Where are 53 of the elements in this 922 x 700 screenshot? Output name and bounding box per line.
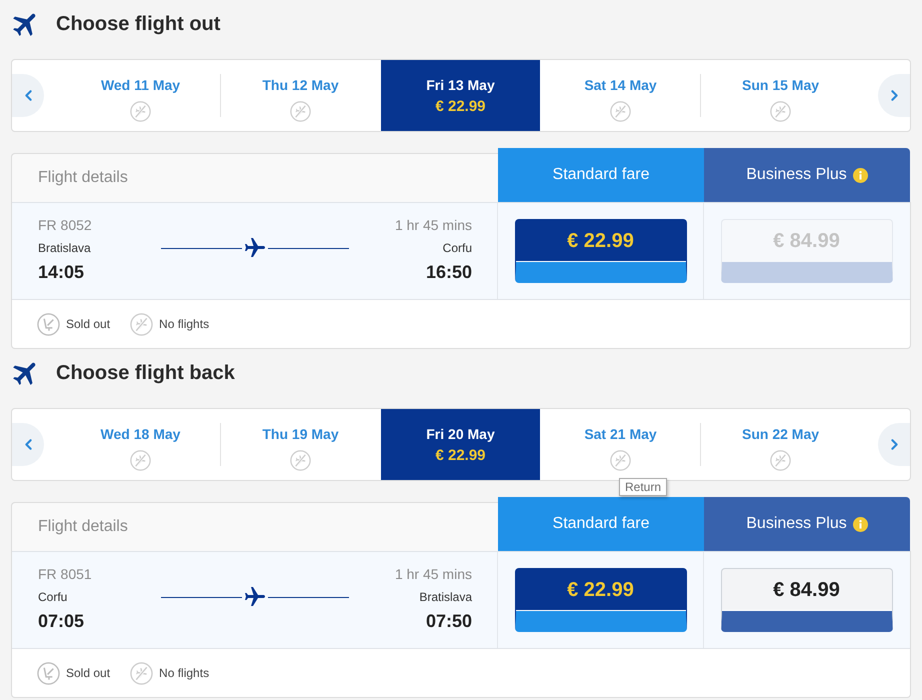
fare-column-header: Standard fare (498, 148, 704, 202)
legend-label: No flights (159, 316, 210, 333)
flight-duration: 1 hr 45 mins (394, 216, 472, 234)
crossed-plane-icon (130, 312, 154, 336)
crossed-plane-icon (610, 450, 631, 471)
fare-price-button[interactable]: € 22.99 (514, 219, 686, 283)
crossed-plane-icon (290, 450, 311, 471)
legend-label: No flights (159, 665, 210, 682)
flight-row[interactable]: FR 8051 1 hr 45 mins Corfu 07:05 Bratislava 07:50 € 22.99 € 84.99 (12, 551, 910, 649)
date-price: € 22.99 (435, 446, 486, 466)
date-price: € 22.99 (435, 97, 486, 117)
crossed-plane-icon (290, 101, 311, 122)
origin-city: Bratislava (38, 240, 91, 256)
destination-city: Bratislava (419, 589, 472, 605)
date-tab[interactable]: Fri 20 May € 22.99 (381, 409, 540, 480)
flight-number: FR 8051 (38, 565, 92, 583)
crossed-plane-icon (130, 662, 154, 684)
departure-time: 14:05 (38, 261, 84, 283)
plane-icon (245, 587, 265, 607)
plane-icon (245, 238, 265, 258)
next-dates-button[interactable] (878, 423, 910, 466)
info-icon[interactable] (852, 516, 868, 532)
arrival-time: 07:50 (426, 610, 472, 632)
next-dates-button[interactable] (878, 74, 910, 117)
previous-dates-button[interactable] (12, 74, 44, 117)
flight-duration: 1 hr 45 mins (394, 565, 472, 583)
fare-price-button[interactable]: € 84.99 (720, 568, 892, 632)
destination-city: Corfu (442, 240, 472, 256)
info-icon[interactable] (852, 168, 868, 182)
section-title: Choose flight out (56, 12, 220, 37)
column-header: Flight details (11, 153, 498, 202)
fare-column-header: Standard fare (498, 497, 704, 551)
origin-city: Corfu (38, 589, 68, 605)
tooltip: Return (619, 478, 668, 496)
legend-label: Sold out (66, 316, 110, 333)
column-header: Flight details (11, 502, 498, 551)
fare-column-label: Business Plus (746, 165, 847, 185)
crossed-plane-icon (130, 101, 151, 122)
crossed-seat-icon (37, 662, 60, 684)
legend-label: Sold out (66, 665, 110, 682)
departure-time: 07:05 (38, 610, 84, 632)
flight-number: FR 8052 (38, 216, 92, 234)
date-tab[interactable]: Fri 13 May € 22.99 (381, 60, 540, 131)
fare-price-button[interactable]: € 22.99 (514, 568, 686, 632)
previous-dates-button[interactable] (12, 423, 44, 466)
crossed-seat-icon (37, 312, 60, 336)
fare-column-label: Business Plus (746, 514, 847, 534)
section-title: Choose flight back (56, 361, 235, 386)
crossed-plane-icon (770, 450, 791, 471)
arrival-time: 16:50 (426, 261, 472, 283)
crossed-plane-icon (130, 450, 151, 471)
crossed-plane-icon (610, 101, 631, 122)
crossed-plane-icon (770, 101, 791, 122)
